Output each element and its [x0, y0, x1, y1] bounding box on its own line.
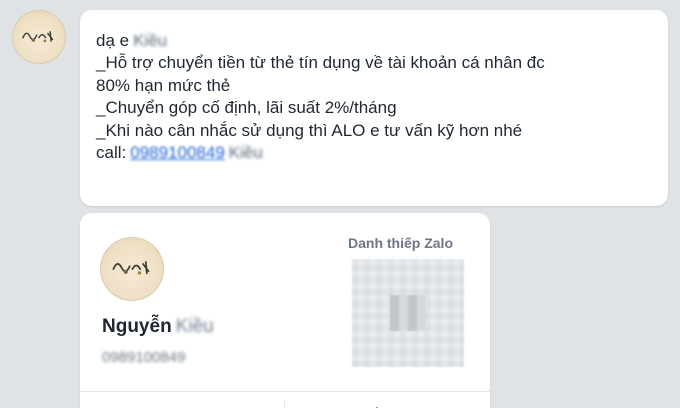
avatar-doodle-icon: [112, 261, 150, 275]
blurred-phone: 0989100849: [102, 349, 186, 366]
contact-avatar[interactable]: [100, 237, 164, 301]
contact-phone: 0989100849: [102, 349, 185, 366]
phone-link[interactable]: 0989100849: [130, 142, 225, 164]
call-label: call:: [96, 143, 127, 163]
contact-first-name: Nguyễn: [102, 316, 172, 337]
card-type-label: Danh thiếp Zalo: [348, 235, 453, 251]
blurred-name: Kiều: [175, 316, 214, 337]
message-line-5: _Khi nào cân nhắc sử dụng thì ALO e tư v…: [96, 120, 523, 140]
message-line-1: dạ e Kiều: [96, 30, 652, 52]
card-divider: [80, 391, 490, 392]
qr-code-icon[interactable]: [352, 259, 464, 367]
message-line-3: 80% hạn mức thẻ: [96, 75, 231, 95]
message-line-6: call: 0989100849 Kiều: [96, 142, 652, 164]
blurred-name: Kiều: [133, 31, 168, 50]
message-line-4: _Chuyển góp cố định, lãi suất 2%/tháng: [96, 98, 397, 118]
contact-name: Nguyễn Kiều: [102, 316, 214, 338]
greeting-text: dạ e: [96, 31, 130, 50]
avatar-doodle-icon: [22, 30, 54, 42]
sender-avatar[interactable]: [12, 10, 66, 64]
qr-center-icon: [390, 295, 426, 331]
blurred-name: Kiều: [228, 143, 263, 163]
message-line-2: _Hỗ trợ chuyển tiền từ thẻ tín dụng về t…: [96, 53, 545, 73]
contact-card[interactable]: Nguyễn Kiều 0989100849 Danh thiếp Zalo: [80, 213, 490, 408]
message-bubble[interactable]: dạ e Kiều _Hỗ trợ chuyển tiền từ thẻ tín …: [80, 10, 668, 206]
card-footer-separator: [284, 401, 285, 408]
